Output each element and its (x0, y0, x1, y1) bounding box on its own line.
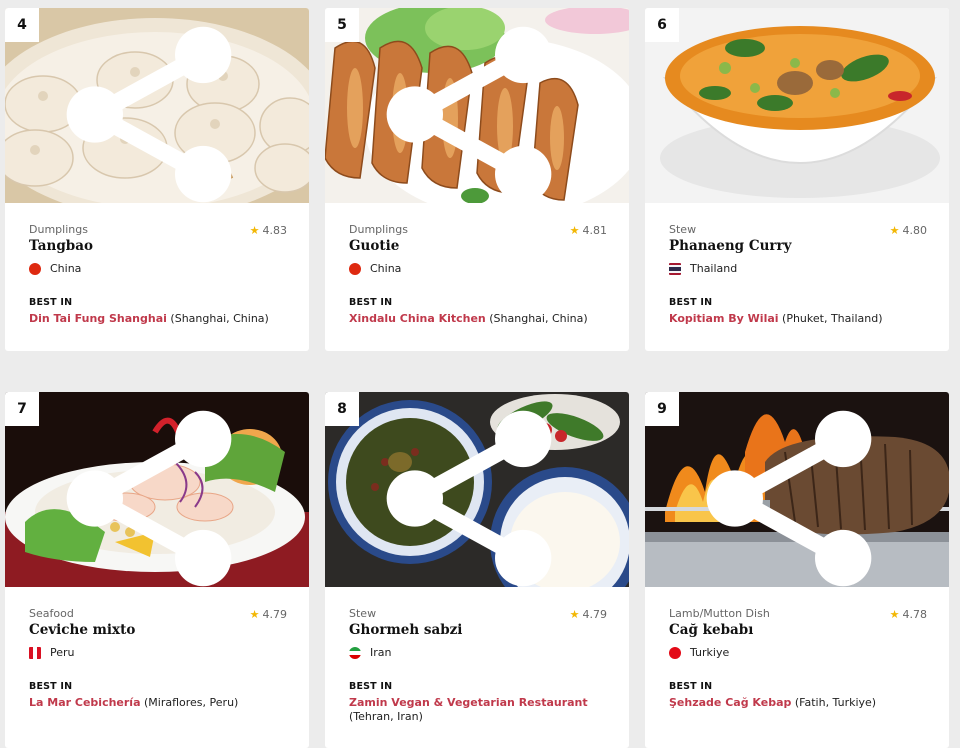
rating-value: 4.79 (582, 608, 608, 621)
share-icon[interactable] (325, 17, 621, 203)
dish-rating: ★ 4.79 (570, 608, 607, 621)
dish-country[interactable]: China (29, 262, 285, 275)
dish-country[interactable]: Iran (349, 646, 605, 659)
dish-country[interactable]: Peru (29, 646, 285, 659)
share-icon[interactable] (5, 401, 301, 587)
country-label: Turkiye (690, 646, 730, 659)
country-label: China (50, 262, 82, 275)
dish-name[interactable]: Ghormeh sabzi (349, 622, 605, 638)
china-flag-icon (29, 262, 41, 275)
star-icon: ★ (569, 608, 580, 621)
dish-category: Seafood (29, 607, 74, 620)
dish-image[interactable]: 5 (325, 8, 629, 203)
dish-image[interactable]: 9 (645, 392, 949, 587)
dish-image[interactable]: 4 (5, 8, 309, 203)
dish-card[interactable]: 6 Stew ★ 4.80 Phanaeng Curry Thailand BES… (645, 8, 949, 351)
dish-name[interactable]: Tangbao (29, 238, 285, 254)
thailand-flag-icon (669, 262, 681, 275)
restaurant-location: (Phuket, Thailand) (782, 312, 883, 325)
star-icon: ★ (249, 608, 260, 621)
dish-category: Stew (349, 607, 377, 620)
share-icon[interactable] (5, 17, 301, 203)
star-icon: ★ (569, 224, 580, 237)
dish-card[interactable]: 9 Lamb/Mutton Dish ★ 4.78 Cağ kebabı Turk… (645, 392, 949, 748)
dish-rating: ★ 4.83 (250, 224, 287, 237)
restaurant-location: (Miraflores, Peru) (144, 696, 239, 709)
dish-card[interactable]: 5 Dumplings ★ 4.81 Guotie China BEST IN X… (325, 8, 629, 351)
dish-image[interactable]: 7 (5, 392, 309, 587)
rating-value: 4.78 (902, 608, 928, 621)
share-icon[interactable] (645, 401, 941, 587)
best-in-label: BEST IN (29, 297, 73, 308)
dish-card[interactable]: 4 Dumplings ★ 4.83 Tangbao China BEST IN … (5, 8, 309, 351)
dish-category: Dumplings (29, 223, 88, 236)
best-in-place: Xindalu China Kitchen (Shanghai, China) (349, 312, 605, 326)
dish-name[interactable]: Ceviche mixto (29, 622, 285, 638)
best-in-label: BEST IN (349, 297, 393, 308)
dish-rating: ★ 4.81 (570, 224, 607, 237)
share-icon[interactable] (325, 401, 621, 587)
star-icon: ★ (889, 608, 900, 621)
best-in-place: Din Tai Fung Shanghai (Shanghai, China) (29, 312, 285, 326)
star-icon: ★ (249, 224, 260, 237)
peru-flag-icon (29, 646, 41, 659)
country-label: Thailand (690, 262, 738, 275)
dish-name[interactable]: Phanaeng Curry (669, 238, 925, 254)
dish-rating: ★ 4.79 (250, 608, 287, 621)
dish-country[interactable]: Turkiye (669, 646, 925, 659)
rating-value: 4.83 (262, 224, 288, 237)
dish-category: Stew (669, 223, 697, 236)
china-flag-icon (349, 262, 361, 275)
dish-grid: 4 Dumplings ★ 4.83 Tangbao China BEST IN … (0, 0, 960, 748)
restaurant-location: (Shanghai, China) (489, 312, 588, 325)
dish-name[interactable]: Cağ kebabı (669, 622, 925, 638)
restaurant-link[interactable]: Xindalu China Kitchen (349, 312, 486, 325)
restaurant-location: (Tehran, Iran) (349, 710, 423, 723)
dish-category: Lamb/Mutton Dish (669, 607, 770, 620)
dish-rating: ★ 4.78 (890, 608, 927, 621)
rank-badge: 6 (645, 8, 679, 42)
rating-value: 4.81 (582, 224, 608, 237)
country-label: Peru (50, 646, 75, 659)
star-icon: ★ (889, 224, 900, 237)
restaurant-link[interactable]: La Mar Cebichería (29, 696, 141, 709)
best-in-label: BEST IN (29, 681, 73, 692)
restaurant-location: (Fatih, Turkiye) (794, 696, 877, 709)
restaurant-link[interactable]: Kopitiam By Wilai (669, 312, 779, 325)
best-in-label: BEST IN (669, 681, 713, 692)
restaurant-location: (Shanghai, China) (170, 312, 269, 325)
dish-image[interactable]: 6 (645, 8, 949, 203)
dish-image[interactable]: 8 (325, 392, 629, 587)
dish-category: Dumplings (349, 223, 408, 236)
dish-rating: ★ 4.80 (890, 224, 927, 237)
rating-value: 4.79 (262, 608, 288, 621)
country-label: Iran (370, 646, 392, 659)
best-in-place: Kopitiam By Wilai (Phuket, Thailand) (669, 312, 925, 326)
best-in-place: Zamin Vegan & Vegetarian Restaurant (Teh… (349, 696, 605, 724)
best-in-label: BEST IN (349, 681, 393, 692)
dish-country[interactable]: Thailand (669, 262, 925, 275)
restaurant-link[interactable]: Zamin Vegan & Vegetarian Restaurant (349, 696, 588, 709)
iran-flag-icon (349, 646, 361, 659)
restaurant-link[interactable]: Şehzade Cağ Kebap (669, 696, 791, 709)
restaurant-link[interactable]: Din Tai Fung Shanghai (29, 312, 167, 325)
dish-country[interactable]: China (349, 262, 605, 275)
best-in-place: La Mar Cebichería (Miraflores, Peru) (29, 696, 285, 710)
best-in-place: Şehzade Cağ Kebap (Fatih, Turkiye) (669, 696, 925, 710)
best-in-label: BEST IN (669, 297, 713, 308)
turkey-flag-icon (669, 646, 681, 659)
dish-card[interactable]: 8 Stew ★ 4.79 Ghormeh sabzi Iran BEST IN … (325, 392, 629, 748)
rating-value: 4.80 (902, 224, 928, 237)
country-label: China (370, 262, 402, 275)
dish-card[interactable]: 7 Seafood ★ 4.79 Ceviche mixto Peru BEST … (5, 392, 309, 748)
dish-name[interactable]: Guotie (349, 238, 605, 254)
